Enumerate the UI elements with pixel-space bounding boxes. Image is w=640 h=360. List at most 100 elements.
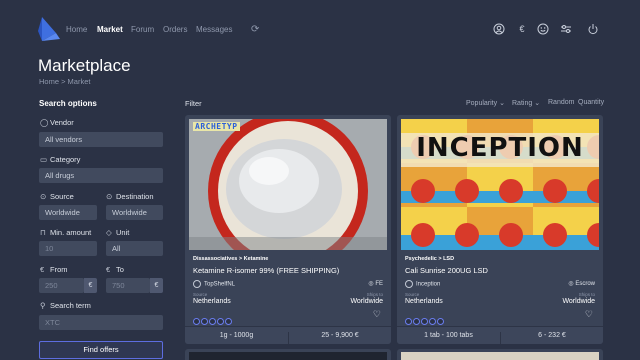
listing-image[interactable] <box>401 352 599 360</box>
price-from-input[interactable]: 250 <box>39 278 84 293</box>
shield-icon: ◎ <box>568 281 574 287</box>
source-caption: Source <box>405 292 420 297</box>
source-label: ⊙ Source <box>40 192 74 201</box>
listing-badge: ◎ FE <box>368 281 383 287</box>
listing-category[interactable]: Psychedelic > LSD <box>405 256 454 262</box>
user-icon: ◯ <box>40 118 49 127</box>
find-offers-button[interactable]: Find offers <box>39 341 163 359</box>
search-term-input[interactable]: XTC <box>39 315 163 330</box>
scale-icon: ⊓ <box>40 228 46 237</box>
price-to-input[interactable]: 750 <box>106 278 150 293</box>
listing-image[interactable]: ARCHETYP <box>189 119 387 250</box>
listing-quantity: 1 tab - 100 tabs <box>424 332 473 339</box>
ships-caption: Ships to <box>366 292 383 297</box>
top-navigation: Home Market Forum Orders Messages ⟳ € <box>0 0 640 48</box>
nav-orders-link[interactable]: Orders <box>163 25 187 34</box>
nav-home-link[interactable]: Home <box>66 25 87 34</box>
listing-card[interactable] <box>397 349 603 360</box>
chevron-down-icon: ⌄ <box>499 100 505 107</box>
tag-icon: ◇ <box>106 228 112 237</box>
destination-label: ⊙ Destination <box>106 192 154 201</box>
account-icon[interactable] <box>493 23 505 35</box>
source-caption: Source <box>193 292 208 297</box>
rating-pills <box>405 312 445 325</box>
smiley-icon[interactable] <box>537 23 549 35</box>
euro-icon[interactable]: € <box>516 23 528 35</box>
search-term-label: ⚲ Search term <box>40 301 91 310</box>
min-amount-label: ⊓ Min. amount <box>40 228 92 237</box>
pill-icon <box>437 318 444 325</box>
settings-icon[interactable] <box>560 23 572 35</box>
pill-icon <box>193 318 200 325</box>
nav-messages-link[interactable]: Messages <box>196 25 232 34</box>
listing-card[interactable]: INCEPTION Psychedelic > LSD Cali Sunrise… <box>397 115 603 344</box>
listing-price: 25 - 9,900 € <box>288 332 391 344</box>
filter-label: Filter <box>185 99 202 108</box>
destination-select[interactable]: Worldwide <box>106 205 163 220</box>
ships-caption: Ships to <box>578 292 595 297</box>
pill-icon <box>201 318 208 325</box>
avatar-icon <box>193 280 201 288</box>
search-icon: ⚲ <box>40 301 46 310</box>
pill-icon <box>217 318 224 325</box>
listing-source: Netherlands <box>405 298 443 305</box>
listing-category[interactable]: Dissassociatives > Ketamine <box>193 256 268 262</box>
listing-seller[interactable]: Inception <box>405 280 440 288</box>
category-select[interactable]: All drugs <box>39 168 163 183</box>
shield-icon: ◎ <box>368 281 374 287</box>
unit-select[interactable]: All <box>106 241 163 256</box>
pill-icon <box>413 318 420 325</box>
to-label: € To <box>106 265 124 274</box>
avatar-icon <box>405 280 413 288</box>
location-pin-icon: ⊙ <box>40 192 47 201</box>
breadcrumb[interactable]: Home > Market <box>39 77 90 86</box>
pill-icon <box>405 318 412 325</box>
listing-image[interactable]: INCEPTION <box>401 119 599 250</box>
location-pin-icon: ⊙ <box>106 192 113 201</box>
listing-source: Netherlands <box>193 298 231 305</box>
listing-card[interactable] <box>185 349 391 360</box>
euro-icon: € <box>106 265 111 274</box>
page-title: Marketplace <box>38 56 131 75</box>
nav-forum-link[interactable]: Forum <box>131 25 154 34</box>
unit-label: ◇ Unit <box>106 228 130 237</box>
power-icon[interactable] <box>587 23 599 35</box>
pill-icon <box>429 318 436 325</box>
pill-icon <box>421 318 428 325</box>
listing-ships-to: Worldwide <box>562 298 595 305</box>
listing-footer: 1 tab - 100 tabs 6 - 232 € <box>397 326 603 344</box>
euro-icon: € <box>40 265 45 274</box>
sort-quantity[interactable]: Quantity <box>578 99 604 106</box>
listing-title[interactable]: Ketamine R-isomer 99% (FREE SHIPPING) <box>193 266 339 275</box>
listing-price: 6 - 232 € <box>500 332 603 344</box>
market-logo-icon[interactable] <box>38 17 60 41</box>
listing-image[interactable] <box>189 352 387 360</box>
search-options-title: Search options <box>39 99 97 108</box>
from-label: € From <box>40 265 68 274</box>
listing-seller[interactable]: TopShelfNL <box>193 280 235 288</box>
pill-icon <box>209 318 216 325</box>
tag-icon: ▭ <box>40 155 48 164</box>
nav-market-link[interactable]: Market <box>97 25 123 34</box>
refresh-icon[interactable]: ⟳ <box>251 24 259 35</box>
listing-card[interactable]: ARCHETYP Dissassociatives > Ketamine Ket… <box>185 115 391 344</box>
favorite-heart-icon[interactable]: ♡ <box>585 309 593 320</box>
category-label: ▭ Category <box>40 155 81 164</box>
listing-quantity: 1g - 1000g <box>219 332 254 339</box>
price-to-currency: € <box>150 278 163 293</box>
sort-rating[interactable]: Rating ⌄ <box>512 99 540 107</box>
listing-image-logo: INCEPTION <box>416 133 584 163</box>
favorite-heart-icon[interactable]: ♡ <box>373 309 381 320</box>
listing-title[interactable]: Cali Sunrise 200UG LSD <box>405 266 488 275</box>
listing-ships-to: Worldwide <box>350 298 383 305</box>
listing-image-logo: ARCHETYP <box>193 122 240 131</box>
listing-footer: 1g - 1000g 25 - 9,900 € <box>185 326 391 344</box>
source-select[interactable]: Worldwide <box>39 205 97 220</box>
chevron-down-icon: ⌄ <box>534 100 541 107</box>
vendor-select[interactable]: All vendors <box>39 132 163 147</box>
rating-pills <box>193 312 233 325</box>
min-amount-input[interactable]: 10 <box>39 241 97 256</box>
sort-random[interactable]: Random <box>548 99 574 106</box>
sort-popularity[interactable]: Popularity ⌄ <box>466 99 505 107</box>
price-from-currency: € <box>84 278 97 293</box>
